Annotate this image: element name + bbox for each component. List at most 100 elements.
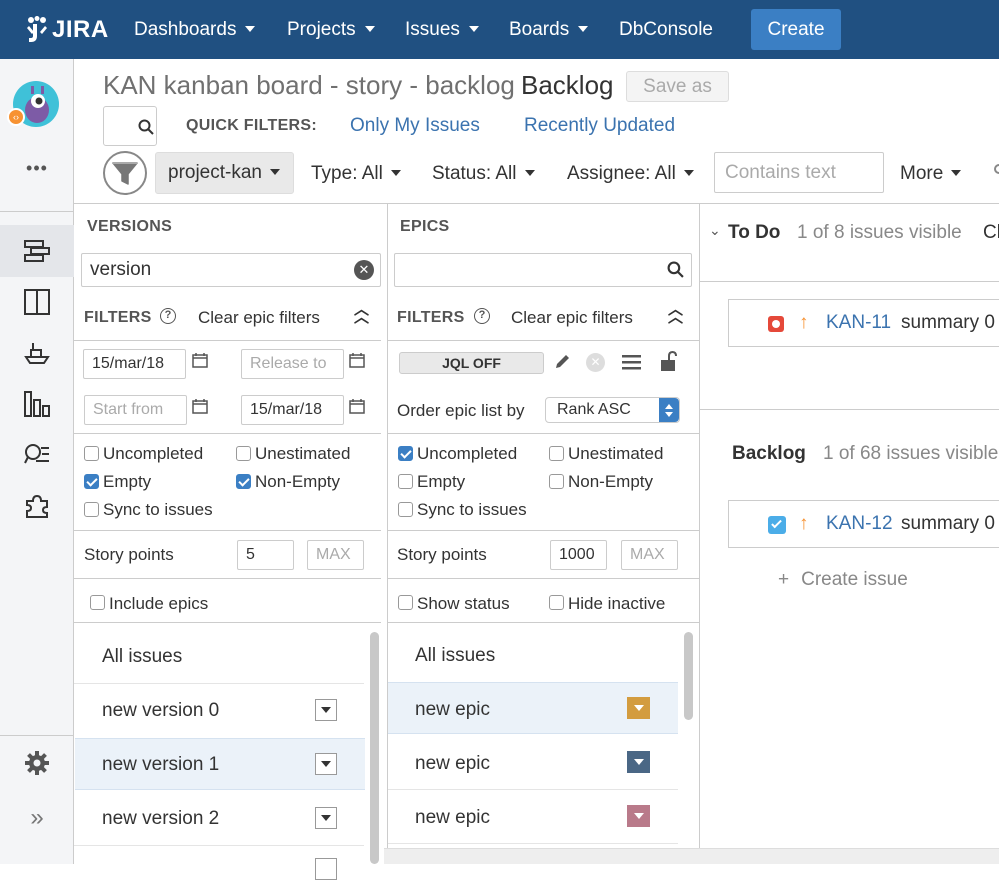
versions-non-empty-checkbox[interactable] [236,474,251,489]
hide-inactive-checkbox[interactable] [549,595,564,610]
quick-filter-only-my-issues[interactable]: Only My Issues [350,115,480,137]
calendar-icon[interactable] [349,352,365,368]
versions-story-points-min-input[interactable]: 5 [237,540,294,570]
contains-text-input[interactable]: Contains text [714,152,884,193]
todo-issue-count: 1 of 8 issues visible [797,222,962,243]
versions-empty-checkbox[interactable] [84,474,99,489]
versions-sync-checkbox[interactable] [84,502,99,517]
calendar-icon[interactable] [349,398,365,414]
epics-unestimated-checkbox[interactable] [549,446,564,461]
version-item[interactable]: new version 1 [102,754,219,776]
sidebar-item-addons[interactable] [0,493,74,519]
menu-icon[interactable] [622,354,641,370]
start-to-input[interactable]: 15/mar/18 [241,395,344,425]
versions-all-issues[interactable]: All issues [102,646,182,668]
epic-item[interactable]: new epic [415,807,490,829]
nav-issues[interactable]: Issues [405,0,479,59]
expand-sidebar-icon[interactable]: » [0,804,74,832]
issue-search-input[interactable] [103,106,157,146]
sidebar-item-backlog[interactable] [0,225,74,277]
more-filters-dropdown[interactable]: More [900,163,962,185]
collapse-up-icon[interactable]: ︿ ︿ [668,302,683,325]
versions-unestimated-checkbox[interactable] [236,446,251,461]
epics-empty-checkbox[interactable] [398,474,413,489]
epic-item[interactable]: new epic [415,753,490,775]
epics-scrollbar[interactable] [684,632,693,720]
epic-color-dropdown[interactable] [627,751,650,773]
include-epics-checkbox[interactable] [90,595,105,610]
assignee-filter-dropdown[interactable]: Assignee: All [567,163,694,185]
version-search-input[interactable]: version [81,253,381,287]
version-actions-dropdown[interactable] [315,858,337,880]
chevron-down-icon [524,169,535,176]
epic-color-dropdown[interactable] [627,805,650,827]
save-as-button[interactable]: Save as [626,71,729,102]
todo-clear-link[interactable]: Cl [983,222,999,244]
sidebar-item-board[interactable] [0,289,74,315]
divider [700,409,999,410]
create-button[interactable]: Create [751,9,841,50]
start-from-input[interactable]: Start from [84,395,187,425]
issue-key[interactable]: KAN-12 [826,513,893,535]
nav-dbconsole[interactable]: DbConsole [619,0,713,59]
pencil-icon[interactable] [553,353,571,371]
status-filter-dropdown[interactable]: Status: All [432,163,535,185]
versions-uncompleted-checkbox[interactable] [84,446,99,461]
version-item[interactable]: new version 2 [102,808,219,830]
chevron-down-icon[interactable]: ⌄ [709,222,721,239]
nav-projects[interactable]: Projects [287,0,375,59]
sidebar-item-issues[interactable] [0,443,74,467]
jql-toggle-button[interactable]: JQL OFF [399,352,544,374]
clear-search-icon[interactable]: ✕ [354,260,374,280]
clear-jql-icon[interactable]: ✕ [586,353,605,372]
versions-clear-epic-filters-link[interactable]: Clear epic filters [198,308,320,328]
nav-dashboards[interactable]: Dashboards [134,0,256,59]
nav-boards[interactable]: Boards [509,0,589,59]
create-issue-button[interactable]: + Create issue [778,569,908,591]
epics-uncompleted-checkbox[interactable] [398,446,413,461]
project-avatar[interactable]: ‹› [7,80,60,133]
sidebar-item-settings[interactable] [0,751,74,775]
more-icon[interactable]: ••• [0,158,74,179]
chevron-down-icon [633,705,644,711]
versions-story-points-max-input[interactable]: MAX [307,540,364,570]
calendar-icon[interactable] [192,398,208,414]
version-actions-dropdown[interactable] [315,699,337,721]
epics-story-points-max-input[interactable]: MAX [621,540,678,570]
versions-scrollbar[interactable] [370,632,379,864]
filter-toggle-button[interactable] [103,151,147,195]
jira-logo[interactable]: JIRA [26,14,109,46]
select-arrows-icon[interactable] [659,398,679,422]
unlock-icon[interactable] [660,350,678,372]
issue-card-kan-12[interactable]: ↑ KAN-12 summary 0 [728,500,999,548]
collapse-up-icon[interactable]: ︿ ︿ [354,302,369,325]
calendar-icon[interactable] [192,352,208,368]
version-item[interactable]: new version 0 [102,700,219,722]
epics-all-issues[interactable]: All issues [415,645,495,667]
jira-logo-icon [27,16,47,42]
backlog-issue-count: 1 of 68 issues visible [823,443,999,464]
project-filter-dropdown[interactable]: project-kan [155,152,294,194]
help-icon[interactable]: ? [474,308,490,324]
release-to-input[interactable]: Release to [241,349,344,379]
epic-item[interactable]: new epic [415,699,490,721]
epics-non-empty-checkbox[interactable] [549,474,564,489]
type-filter-dropdown[interactable]: Type: All [311,163,401,185]
sidebar-item-releases[interactable] [0,341,74,365]
issue-key[interactable]: KAN-11 [826,312,891,334]
epics-clear-epic-filters-link[interactable]: Clear epic filters [511,308,633,328]
epic-search-input[interactable] [394,253,692,287]
quick-filter-recently-updated[interactable]: Recently Updated [524,115,675,137]
show-status-checkbox[interactable] [398,595,413,610]
epics-story-points-min-input[interactable]: 1000 [550,540,607,570]
help-icon[interactable]: ? [160,308,176,324]
release-from-input[interactable]: 15/mar/18 [83,349,186,379]
todo-section-title[interactable]: To Do [728,222,780,244]
version-actions-dropdown[interactable] [315,807,337,829]
version-actions-dropdown[interactable] [315,753,337,775]
epics-sync-checkbox[interactable] [398,502,413,517]
backlog-section-title[interactable]: Backlog [732,443,806,465]
sidebar-item-reports[interactable] [0,391,74,417]
epic-color-dropdown[interactable] [627,697,650,719]
issue-card-kan-11[interactable]: ↑ KAN-11 summary 0 [728,299,999,347]
